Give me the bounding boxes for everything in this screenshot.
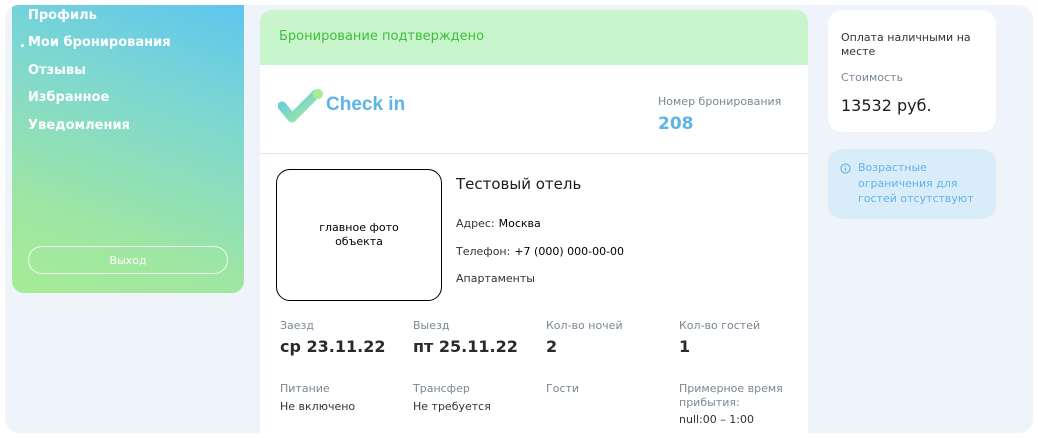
address-row: Адрес: Москва <box>456 212 541 231</box>
phone-value[interactable]: +7 (000) 000-00-00 <box>514 245 624 258</box>
checkin-label: Заезд <box>280 319 315 332</box>
cost-label: Стоимость <box>841 71 903 84</box>
transfer-label: Трансфер <box>413 382 470 395</box>
sidebar-item-favorites[interactable]: Избранное <box>28 90 109 105</box>
divider <box>260 153 808 154</box>
check-in-logo: Check in <box>278 88 418 128</box>
checkin-value: ср 23.11.22 <box>280 337 386 356</box>
hotel-name: Тестовый отель <box>456 175 582 193</box>
meal-value: Не включено <box>280 400 356 413</box>
booking-number-label: Номер бронирования <box>658 95 782 108</box>
meal-label: Питание <box>280 382 330 395</box>
active-indicator-dot <box>21 44 24 47</box>
age-restriction-notice: Возрастные ограничения для гостей отсутс… <box>828 149 996 219</box>
nights-label: Кол-во ночей <box>546 319 623 332</box>
booking-status: Бронирование подтверждено <box>279 29 485 44</box>
arrival-time-value: null:00 – 1:00 <box>679 413 754 426</box>
guests-list-label: Гости <box>546 382 580 395</box>
info-icon <box>840 163 851 174</box>
room-type: Апартаменты <box>456 272 535 285</box>
guests-count-value: 1 <box>679 337 691 356</box>
phone-row: Телефон: +7 (000) 000-00-00 <box>456 240 624 259</box>
page-background: Профиль Мои бронирования Отзывы Избранно… <box>5 5 1033 433</box>
sidebar-item-reviews[interactable]: Отзывы <box>28 63 86 78</box>
payment-method: Оплата наличными на месте <box>841 31 971 58</box>
photo-placeholder-text: главное фото объекта <box>319 221 399 248</box>
guests-count-label: Кол-во гостей <box>679 319 761 332</box>
sidebar-item-profile[interactable]: Профиль <box>28 8 97 23</box>
phone-label: Телефон: <box>456 245 511 258</box>
checkout-value: пт 25.11.22 <box>413 337 518 356</box>
checkmark-logo-icon <box>278 89 323 123</box>
age-restriction-text: Возрастные ограничения для гостей отсутс… <box>858 161 974 205</box>
arrival-time-label: Примерное время прибытия: <box>679 382 783 409</box>
hotel-photo-placeholder: главное фото объекта <box>276 169 442 301</box>
checkout-label: Выезд <box>413 319 450 332</box>
sidebar-item-notifications[interactable]: Уведомления <box>28 118 130 133</box>
cost-value: 13532 руб. <box>841 96 932 115</box>
nights-value: 2 <box>546 337 558 356</box>
sidebar-item-bookings[interactable]: Мои бронирования <box>28 35 171 50</box>
transfer-value: Не требуется <box>413 400 491 413</box>
logo-text: Check in <box>326 94 406 115</box>
booking-card: Бронирование подтверждено Check in Номер… <box>260 10 808 433</box>
status-banner: Бронирование подтверждено <box>260 10 808 65</box>
address-label: Адрес: <box>456 217 495 230</box>
payment-card: Оплата наличными на месте Стоимость 1353… <box>828 10 996 132</box>
sidebar: Профиль Мои бронирования Отзывы Избранно… <box>12 5 244 293</box>
logout-button[interactable]: Выход <box>28 246 228 274</box>
address-value: Москва <box>498 217 541 230</box>
booking-number: 208 <box>658 114 694 134</box>
